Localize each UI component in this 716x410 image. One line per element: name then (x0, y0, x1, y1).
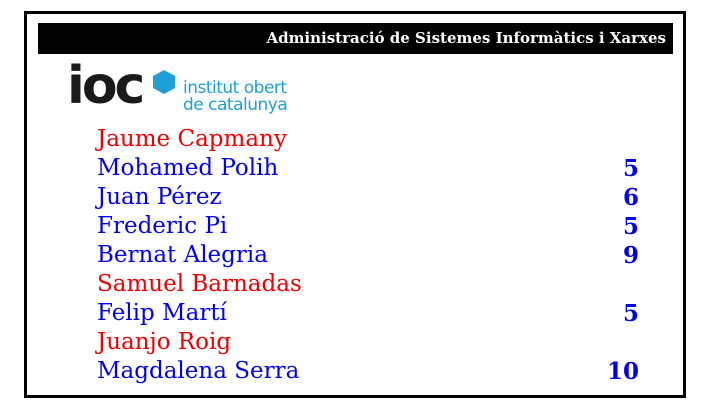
student-name: Felip Martí (97, 300, 227, 326)
student-name: Bernat Alegria (97, 242, 268, 268)
logo-text-line2: de catalunya (183, 95, 288, 115)
student-name: Samuel Barnadas (97, 271, 302, 297)
student-row: Magdalena Serra 10 (27, 357, 683, 386)
student-grade: 5 (622, 213, 639, 240)
student-name: Jaume Capmany (97, 126, 287, 152)
student-grade: 6 (622, 184, 639, 211)
student-row: Samuel Barnadas (27, 270, 683, 299)
student-grade: 5 (622, 155, 639, 182)
student-row: Bernat Alegria 9 (27, 241, 683, 270)
student-row: Felip Martí 5 (27, 299, 683, 328)
student-row: Frederic Pi 5 (27, 212, 683, 241)
student-grade: 9 (622, 242, 639, 269)
course-title-banner: Administració de Sistemes Informàtics i … (38, 23, 673, 54)
student-name: Juan Pérez (97, 184, 222, 210)
student-grade: 10 (606, 358, 639, 385)
student-name: Magdalena Serra (97, 358, 300, 384)
student-grade-list: Jaume Capmany Mohamed Polih 5 Juan Pérez… (27, 125, 683, 386)
student-name: Frederic Pi (97, 213, 228, 239)
content-frame: Administració de Sistemes Informàtics i … (24, 11, 686, 398)
student-row: Juan Pérez 6 (27, 183, 683, 212)
ioc-logo: ioc institut obert de catalunya (67, 56, 297, 116)
student-name: Juanjo Roig (97, 329, 232, 355)
student-name: Mohamed Polih (97, 155, 279, 181)
student-row: Juanjo Roig (27, 328, 683, 357)
hexagon-icon (153, 70, 175, 94)
student-row: Jaume Capmany (27, 125, 683, 154)
student-grade: 5 (622, 300, 639, 327)
student-row: Mohamed Polih 5 (27, 154, 683, 183)
logo-wordmark: ioc (67, 56, 145, 116)
